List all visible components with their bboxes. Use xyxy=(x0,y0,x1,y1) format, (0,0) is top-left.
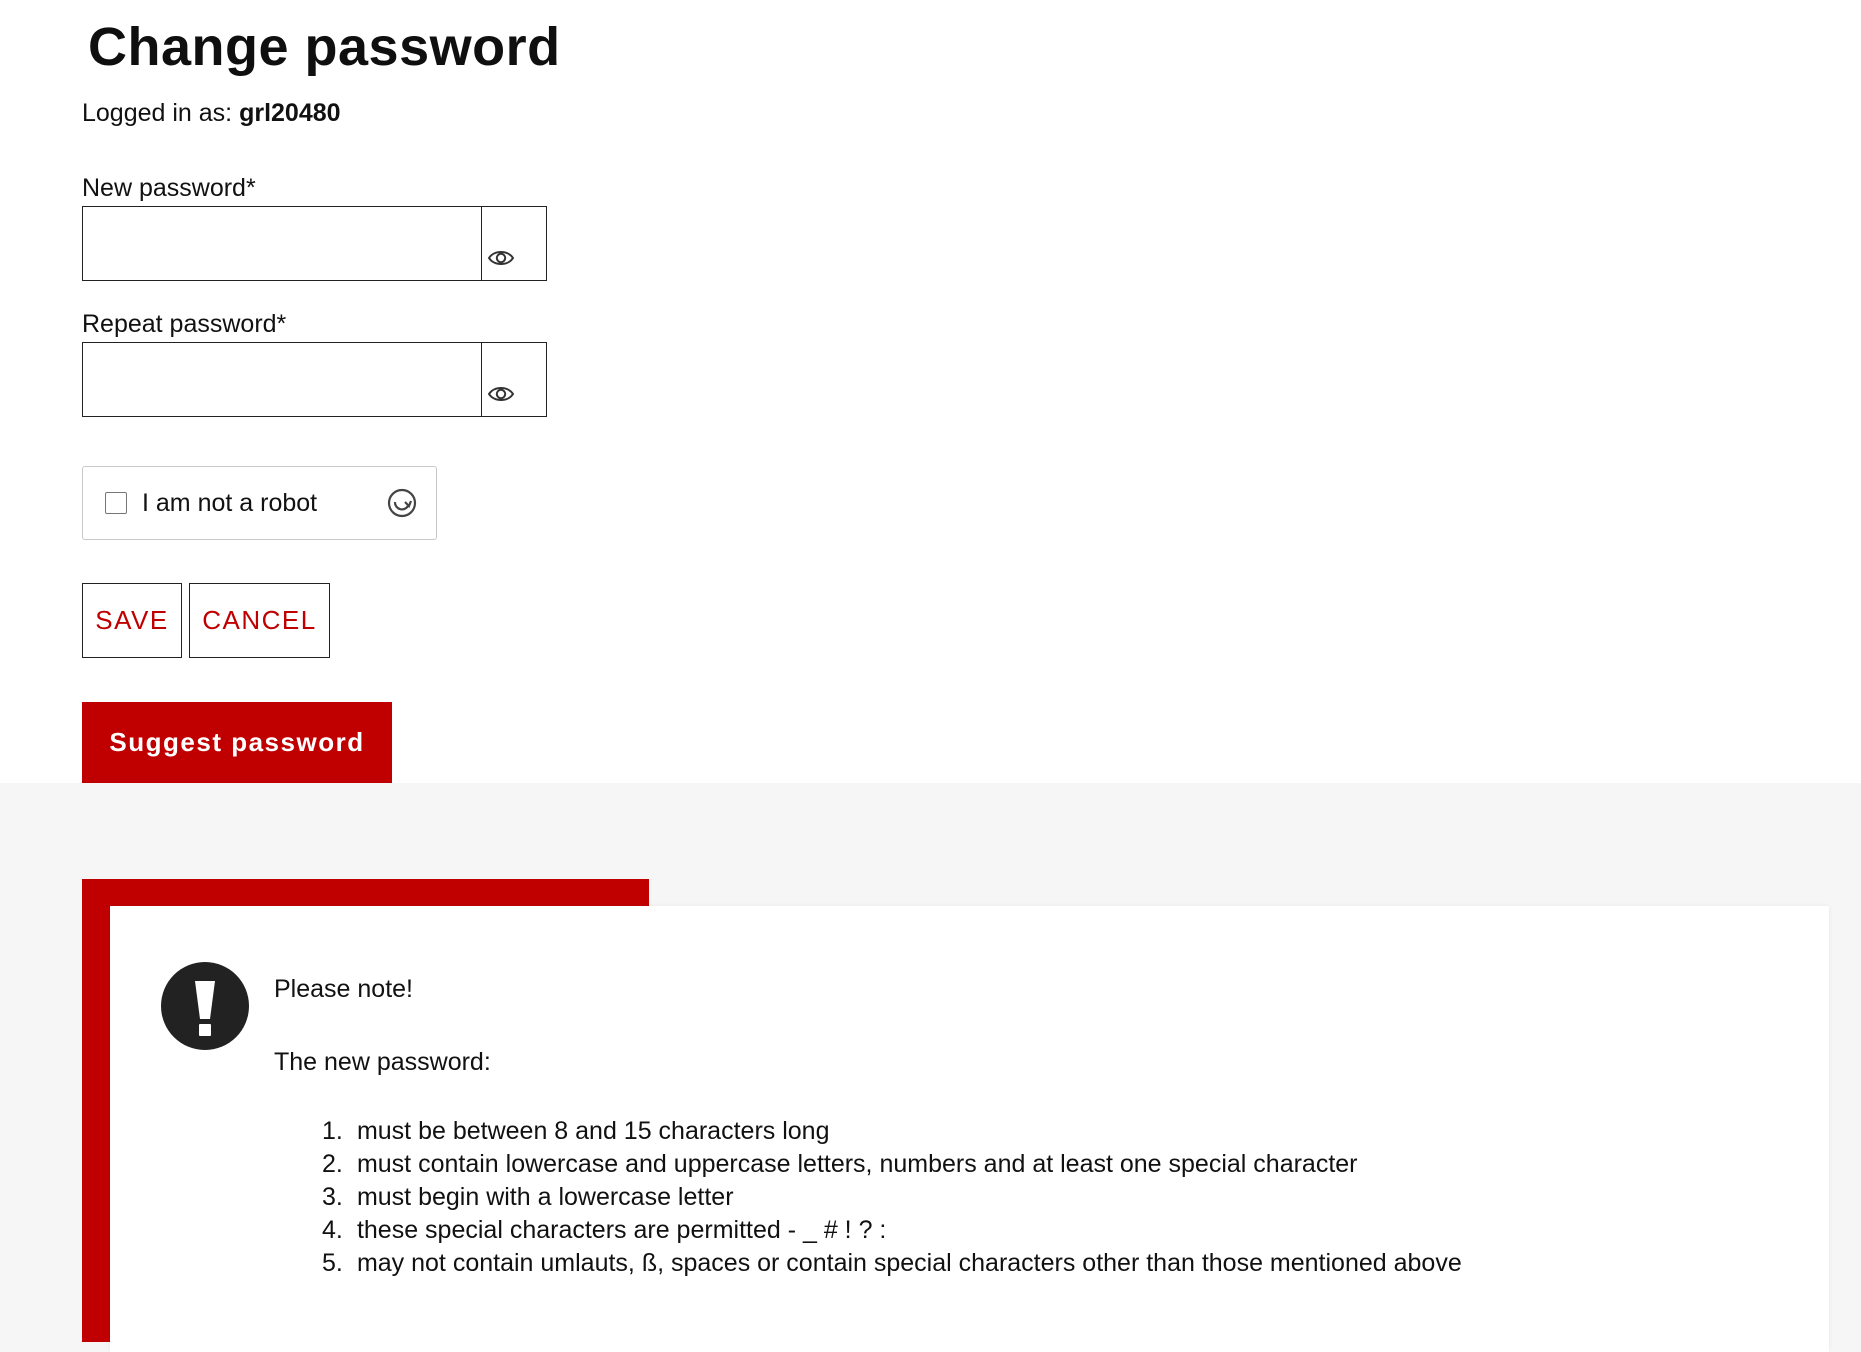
exclamation-icon xyxy=(161,962,249,1050)
suggest-password-button[interactable]: Suggest password xyxy=(82,702,392,783)
captcha-label: I am not a robot xyxy=(142,488,318,517)
captcha-widget: I am not a robot xyxy=(82,466,437,540)
repeat-password-field xyxy=(82,342,547,417)
eye-icon xyxy=(487,387,515,401)
save-button[interactable]: SAVE xyxy=(82,583,182,658)
password-rules-notice: Please note! The new password: 1. must b… xyxy=(110,906,1829,1352)
password-rules-list: 1. must be between 8 and 15 characters l… xyxy=(322,1115,1462,1280)
logged-in-info: Logged in as: grl20480 xyxy=(82,96,341,130)
repeat-password-input[interactable] xyxy=(83,343,481,416)
list-item: 3. must begin with a lowercase letter xyxy=(322,1183,734,1211)
refresh-icon[interactable] xyxy=(386,487,418,519)
new-password-visibility-toggle[interactable] xyxy=(481,207,546,280)
page-title: Change password xyxy=(88,17,561,77)
notice-intro: The new password: xyxy=(274,1048,491,1076)
repeat-password-label: Repeat password* xyxy=(82,310,287,338)
username: grl20480 xyxy=(239,99,341,127)
new-password-field xyxy=(82,206,547,281)
captcha-checkbox[interactable] xyxy=(105,492,127,514)
list-item: 2. must contain lowercase and uppercase … xyxy=(322,1150,1358,1178)
list-item: 4. these special characters are permitte… xyxy=(322,1216,887,1244)
cancel-button[interactable]: CANCEL xyxy=(189,583,330,658)
eye-icon xyxy=(487,251,515,265)
new-password-input[interactable] xyxy=(83,207,481,280)
new-password-label: New password* xyxy=(82,174,256,202)
list-item: 5. may not contain umlauts, ß, spaces or… xyxy=(322,1249,1462,1277)
notice-title: Please note! xyxy=(274,975,413,1003)
repeat-password-visibility-toggle[interactable] xyxy=(481,343,546,416)
list-item: 1. must be between 8 and 15 characters l… xyxy=(322,1117,830,1145)
logged-in-label: Logged in as: xyxy=(82,99,233,127)
